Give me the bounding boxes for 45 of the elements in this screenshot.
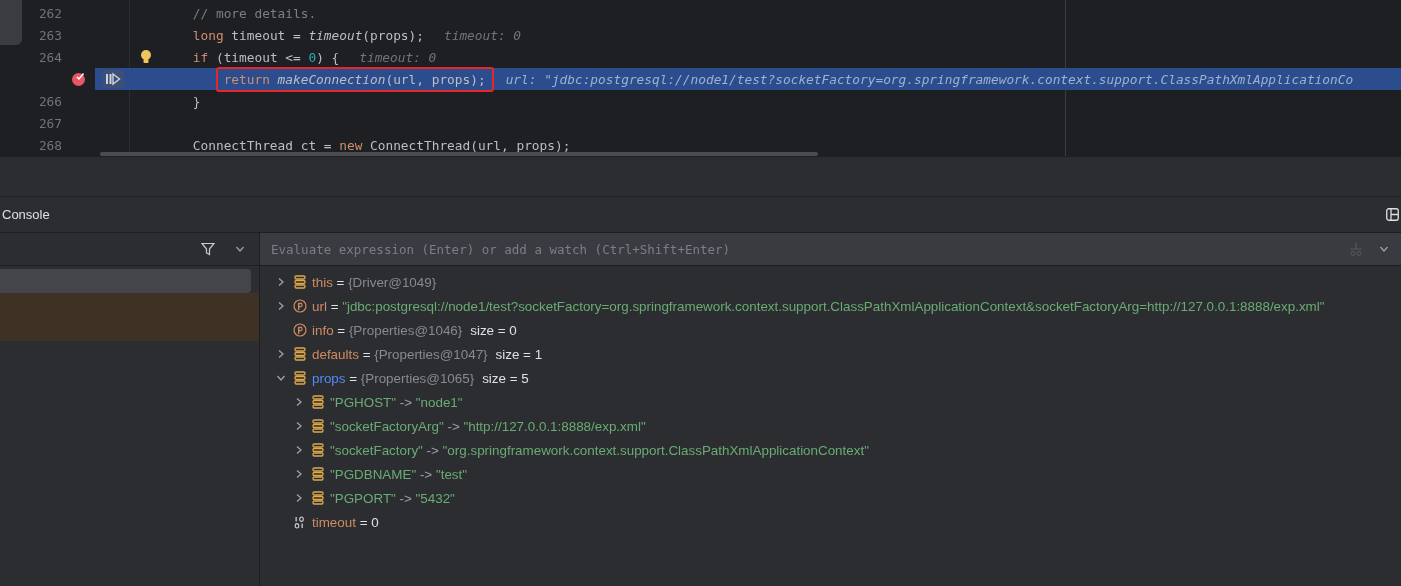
object-icon <box>294 371 306 385</box>
code-line: long timeout = timeout(props); <box>192 27 424 43</box>
line-number: 268 <box>37 137 62 153</box>
entry-row[interactable]: "PGPORT" -> "5432" <box>330 490 455 506</box>
object-icon <box>312 419 324 433</box>
object-icon <box>312 395 324 409</box>
entry-row[interactable]: "socketFactoryArg" -> "http://127.0.0.1:8888/exp.xml" <box>330 418 646 434</box>
parameter-icon <box>293 323 307 337</box>
inline-value-hint: url: "jdbc:postgresql://node1/test?socketFactory=org.springframework.context.support.ClassPathXmlApplicationCo <box>505 71 1354 87</box>
object-icon <box>294 347 306 361</box>
parameter-icon <box>293 299 307 313</box>
inline-value-hint: timeout: 0 <box>444 27 522 43</box>
code-line: } <box>192 93 201 109</box>
entry-row[interactable]: "PGHOST" -> "node1" <box>330 394 463 410</box>
line-number: 266 <box>37 93 62 109</box>
console-tab[interactable]: Console <box>2 207 50 222</box>
line-number: 263 <box>37 27 62 43</box>
primitive-icon <box>294 515 306 529</box>
variable-entry[interactable]: defaults = {Properties@1047} size = 1 <box>312 346 543 362</box>
object-icon <box>312 491 324 505</box>
layout-icon[interactable] <box>1386 208 1399 221</box>
variable-entry[interactable]: props = {Properties@1065} size = 5 <box>312 370 529 386</box>
entry-row[interactable]: "socketFactory" -> "org.springframework.context.support.ClassPathXmlApplicationContext" <box>330 442 869 458</box>
variable-entry[interactable]: this = {Driver@1049} <box>312 274 437 290</box>
code-line: if (timeout <= 0) { <box>192 49 340 65</box>
scrollbar-thumb[interactable] <box>0 0 22 45</box>
entry-row[interactable]: "PGDBNAME" -> "test" <box>330 466 467 482</box>
filter-icon[interactable] <box>201 242 215 256</box>
variable-entry[interactable]: url = "jdbc:postgresql://node1/test?socketFactory=org.springframework.context.support.ClassPathXmlApplicationContext&socketFactoryArg=http://127.0.0.1:8888/exp.xml" <box>312 298 1325 314</box>
variable-entry[interactable]: info = {Properties@1046} size = 0 <box>312 322 517 338</box>
lightbulb-icon[interactable] <box>140 49 152 65</box>
object-icon <box>312 467 324 481</box>
code-line: ConnectThread ct = new ConnectThread(url, props); <box>192 137 571 153</box>
object-icon <box>294 275 306 289</box>
line-number: 262 <box>37 5 62 21</box>
execution-point-icon[interactable] <box>101 70 124 88</box>
line-number: 267 <box>37 115 62 131</box>
horizontal-scrollbar[interactable] <box>100 152 818 156</box>
breakpoint-icon[interactable] <box>70 71 87 87</box>
evaluate-field[interactable]: Evaluate expression (Enter) or add a watch (Ctrl+Shift+Enter) <box>260 233 1401 265</box>
code-line: // more details. <box>192 5 317 21</box>
line-number: 264 <box>37 49 62 65</box>
inline-value-hint: timeout: 0 <box>359 49 437 65</box>
variable-entry[interactable]: timeout = 0 <box>312 514 379 530</box>
object-icon <box>312 443 324 457</box>
